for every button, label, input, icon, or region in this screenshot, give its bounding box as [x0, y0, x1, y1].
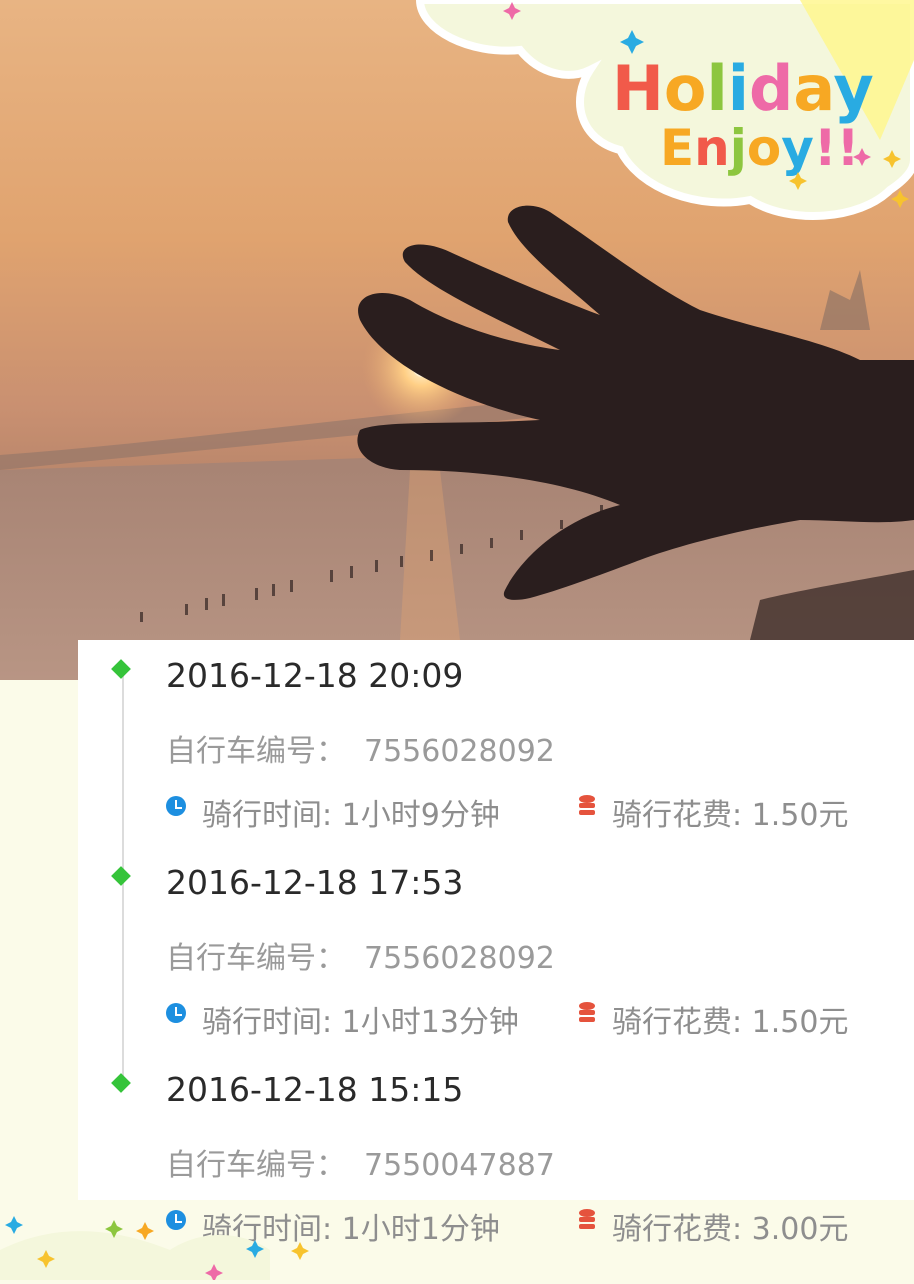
- ride-duration-value: 1小时9分钟: [341, 798, 500, 833]
- ride-cost-value: 1.50元: [751, 798, 849, 833]
- ride-duration-value: 1小时13分钟: [341, 1005, 519, 1040]
- enjoy-text: Enjoy!!: [660, 119, 859, 177]
- ride-duration-label: 骑行时间:: [202, 1005, 342, 1040]
- ride-record[interactable]: 2016-12-18 17:53 自行车编号： 7556028092 骑行时间: …: [78, 847, 914, 1047]
- ride-cost: 骑行花费: 1.50元: [612, 790, 848, 834]
- timeline-marker-icon: [111, 659, 131, 679]
- bike-number-label: 自行车编号：: [166, 941, 346, 976]
- ride-cost-value: 1.50元: [751, 1005, 849, 1040]
- coin-stack-icon: [579, 1002, 595, 1022]
- ride-timestamp: 2016-12-18 20:09: [166, 656, 464, 695]
- ride-cost: 骑行花费: 1.50元: [612, 997, 848, 1041]
- ride-cost-label: 骑行花费:: [612, 1005, 752, 1040]
- ride-duration: 骑行时间: 1小时13分钟: [202, 997, 519, 1041]
- clock-icon: [166, 1003, 186, 1023]
- ride-stats-row: 骑行时间: 1小时9分钟 骑行花费: 1.50元: [166, 790, 906, 833]
- bike-number: 7550047887: [364, 1148, 555, 1183]
- holiday-enjoy-sticker: Holiday Enjoy!!: [0, 0, 914, 260]
- holiday-text: Holiday: [612, 52, 874, 125]
- ride-cost-label: 骑行花费:: [612, 798, 752, 833]
- ride-history-list: 2016-12-18 20:09 自行车编号： 7556028092 骑行时间: …: [78, 640, 914, 1247]
- ride-duration: 骑行时间: 1小时9分钟: [202, 790, 500, 834]
- clock-icon: [166, 796, 186, 816]
- bike-number-label: 自行车编号：: [166, 1148, 346, 1183]
- ride-record[interactable]: 2016-12-18 20:09 自行车编号： 7556028092 骑行时间: …: [78, 640, 914, 840]
- ride-stats-row: 骑行时间: 1小时13分钟 骑行花费: 1.50元: [166, 997, 906, 1040]
- bike-number-label: 自行车编号：: [166, 734, 346, 769]
- bike-number-row: 自行车编号： 7556028092: [166, 933, 555, 977]
- bike-number-row: 自行车编号： 7556028092: [166, 726, 555, 770]
- timeline-marker-icon: [111, 1073, 131, 1093]
- ride-timestamp: 2016-12-18 15:15: [166, 1070, 464, 1109]
- bike-number: 7556028092: [364, 941, 555, 976]
- confetti-decoration: [0, 1180, 914, 1282]
- ride-timestamp: 2016-12-18 17:53: [166, 863, 464, 902]
- ride-duration-label: 骑行时间:: [202, 798, 342, 833]
- coin-stack-icon: [579, 795, 595, 815]
- bike-number-row: 自行车编号： 7550047887: [166, 1140, 555, 1184]
- timeline-marker-icon: [111, 866, 131, 886]
- bike-number: 7556028092: [364, 734, 555, 769]
